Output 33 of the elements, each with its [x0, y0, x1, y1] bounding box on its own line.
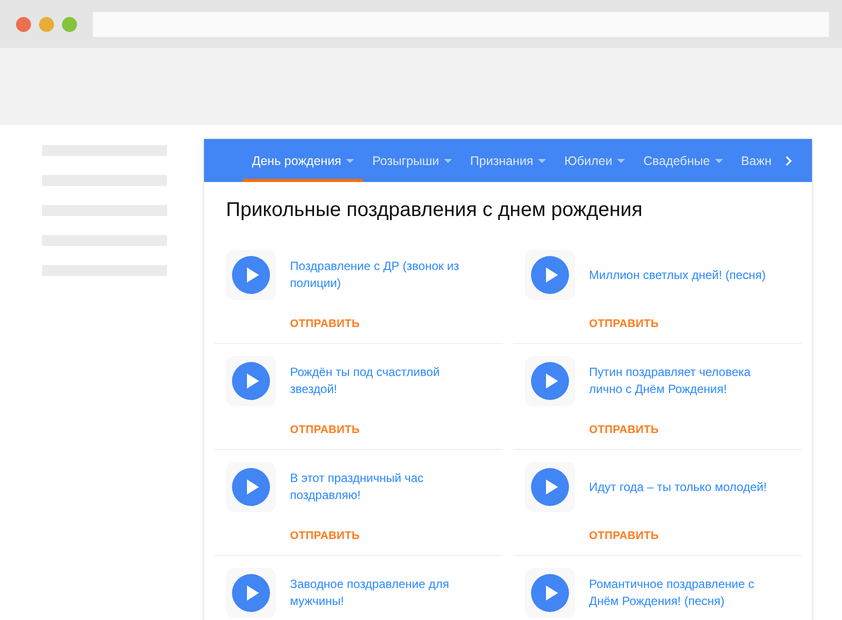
- greeting-link[interactable]: В этот праздничный час поздравляю!: [290, 465, 480, 509]
- nav-tab[interactable]: Признания: [461, 139, 556, 182]
- play-button[interactable]: [525, 250, 575, 300]
- greeting-link[interactable]: Поздравление с ДР (звонок из полиции): [290, 253, 480, 297]
- greeting-link[interactable]: Идут года – ты только молодей!: [589, 465, 767, 509]
- send-link[interactable]: ОТПРАВИТЬ: [589, 318, 659, 330]
- chevron-right-icon[interactable]: [785, 156, 792, 166]
- greeting-link[interactable]: Романтичное поздравление с Днём Рождения! (песня): [589, 571, 779, 615]
- greeting-link[interactable]: Заводное поздравление для мужчины!: [290, 571, 480, 615]
- greeting-link[interactable]: Миллион светлых дней! (песня): [589, 253, 766, 297]
- window-control-dot[interactable]: [16, 16, 31, 32]
- send-link[interactable]: ОТПРАВИТЬ: [589, 424, 659, 436]
- window-control-dot[interactable]: [62, 16, 77, 32]
- play-button[interactable]: [226, 250, 276, 300]
- page-heading: Прикольные поздравления с днем рождения: [225, 198, 644, 223]
- play-button[interactable]: [226, 462, 276, 512]
- nav-tab[interactable]: День рождения: [243, 139, 364, 182]
- play-button[interactable]: [525, 356, 575, 406]
- nav-tab[interactable]: Юбилеи: [555, 139, 634, 182]
- nav-tab[interactable]: Важн: [732, 139, 780, 182]
- send-link[interactable]: ОТПРАВИТЬ: [589, 530, 659, 542]
- send-link[interactable]: ОТПРАВИТЬ: [290, 530, 360, 542]
- play-button[interactable]: [226, 568, 276, 618]
- greeting-link[interactable]: Рождён ты под счастливой звездой!: [290, 359, 480, 403]
- nav-tab[interactable]: Розыгрыши: [363, 139, 462, 182]
- greeting-link[interactable]: Путин поздравляет человека лично с Днём Рождения!: [589, 359, 779, 403]
- nav-tab[interactable]: Свадебные: [634, 139, 732, 182]
- play-button[interactable]: [226, 356, 276, 406]
- send-link[interactable]: ОТПРАВИТЬ: [290, 424, 360, 436]
- play-button[interactable]: [525, 462, 575, 512]
- window-control-dot[interactable]: [39, 16, 54, 32]
- play-button[interactable]: [525, 568, 575, 618]
- send-link[interactable]: ОТПРАВИТЬ: [290, 318, 360, 330]
